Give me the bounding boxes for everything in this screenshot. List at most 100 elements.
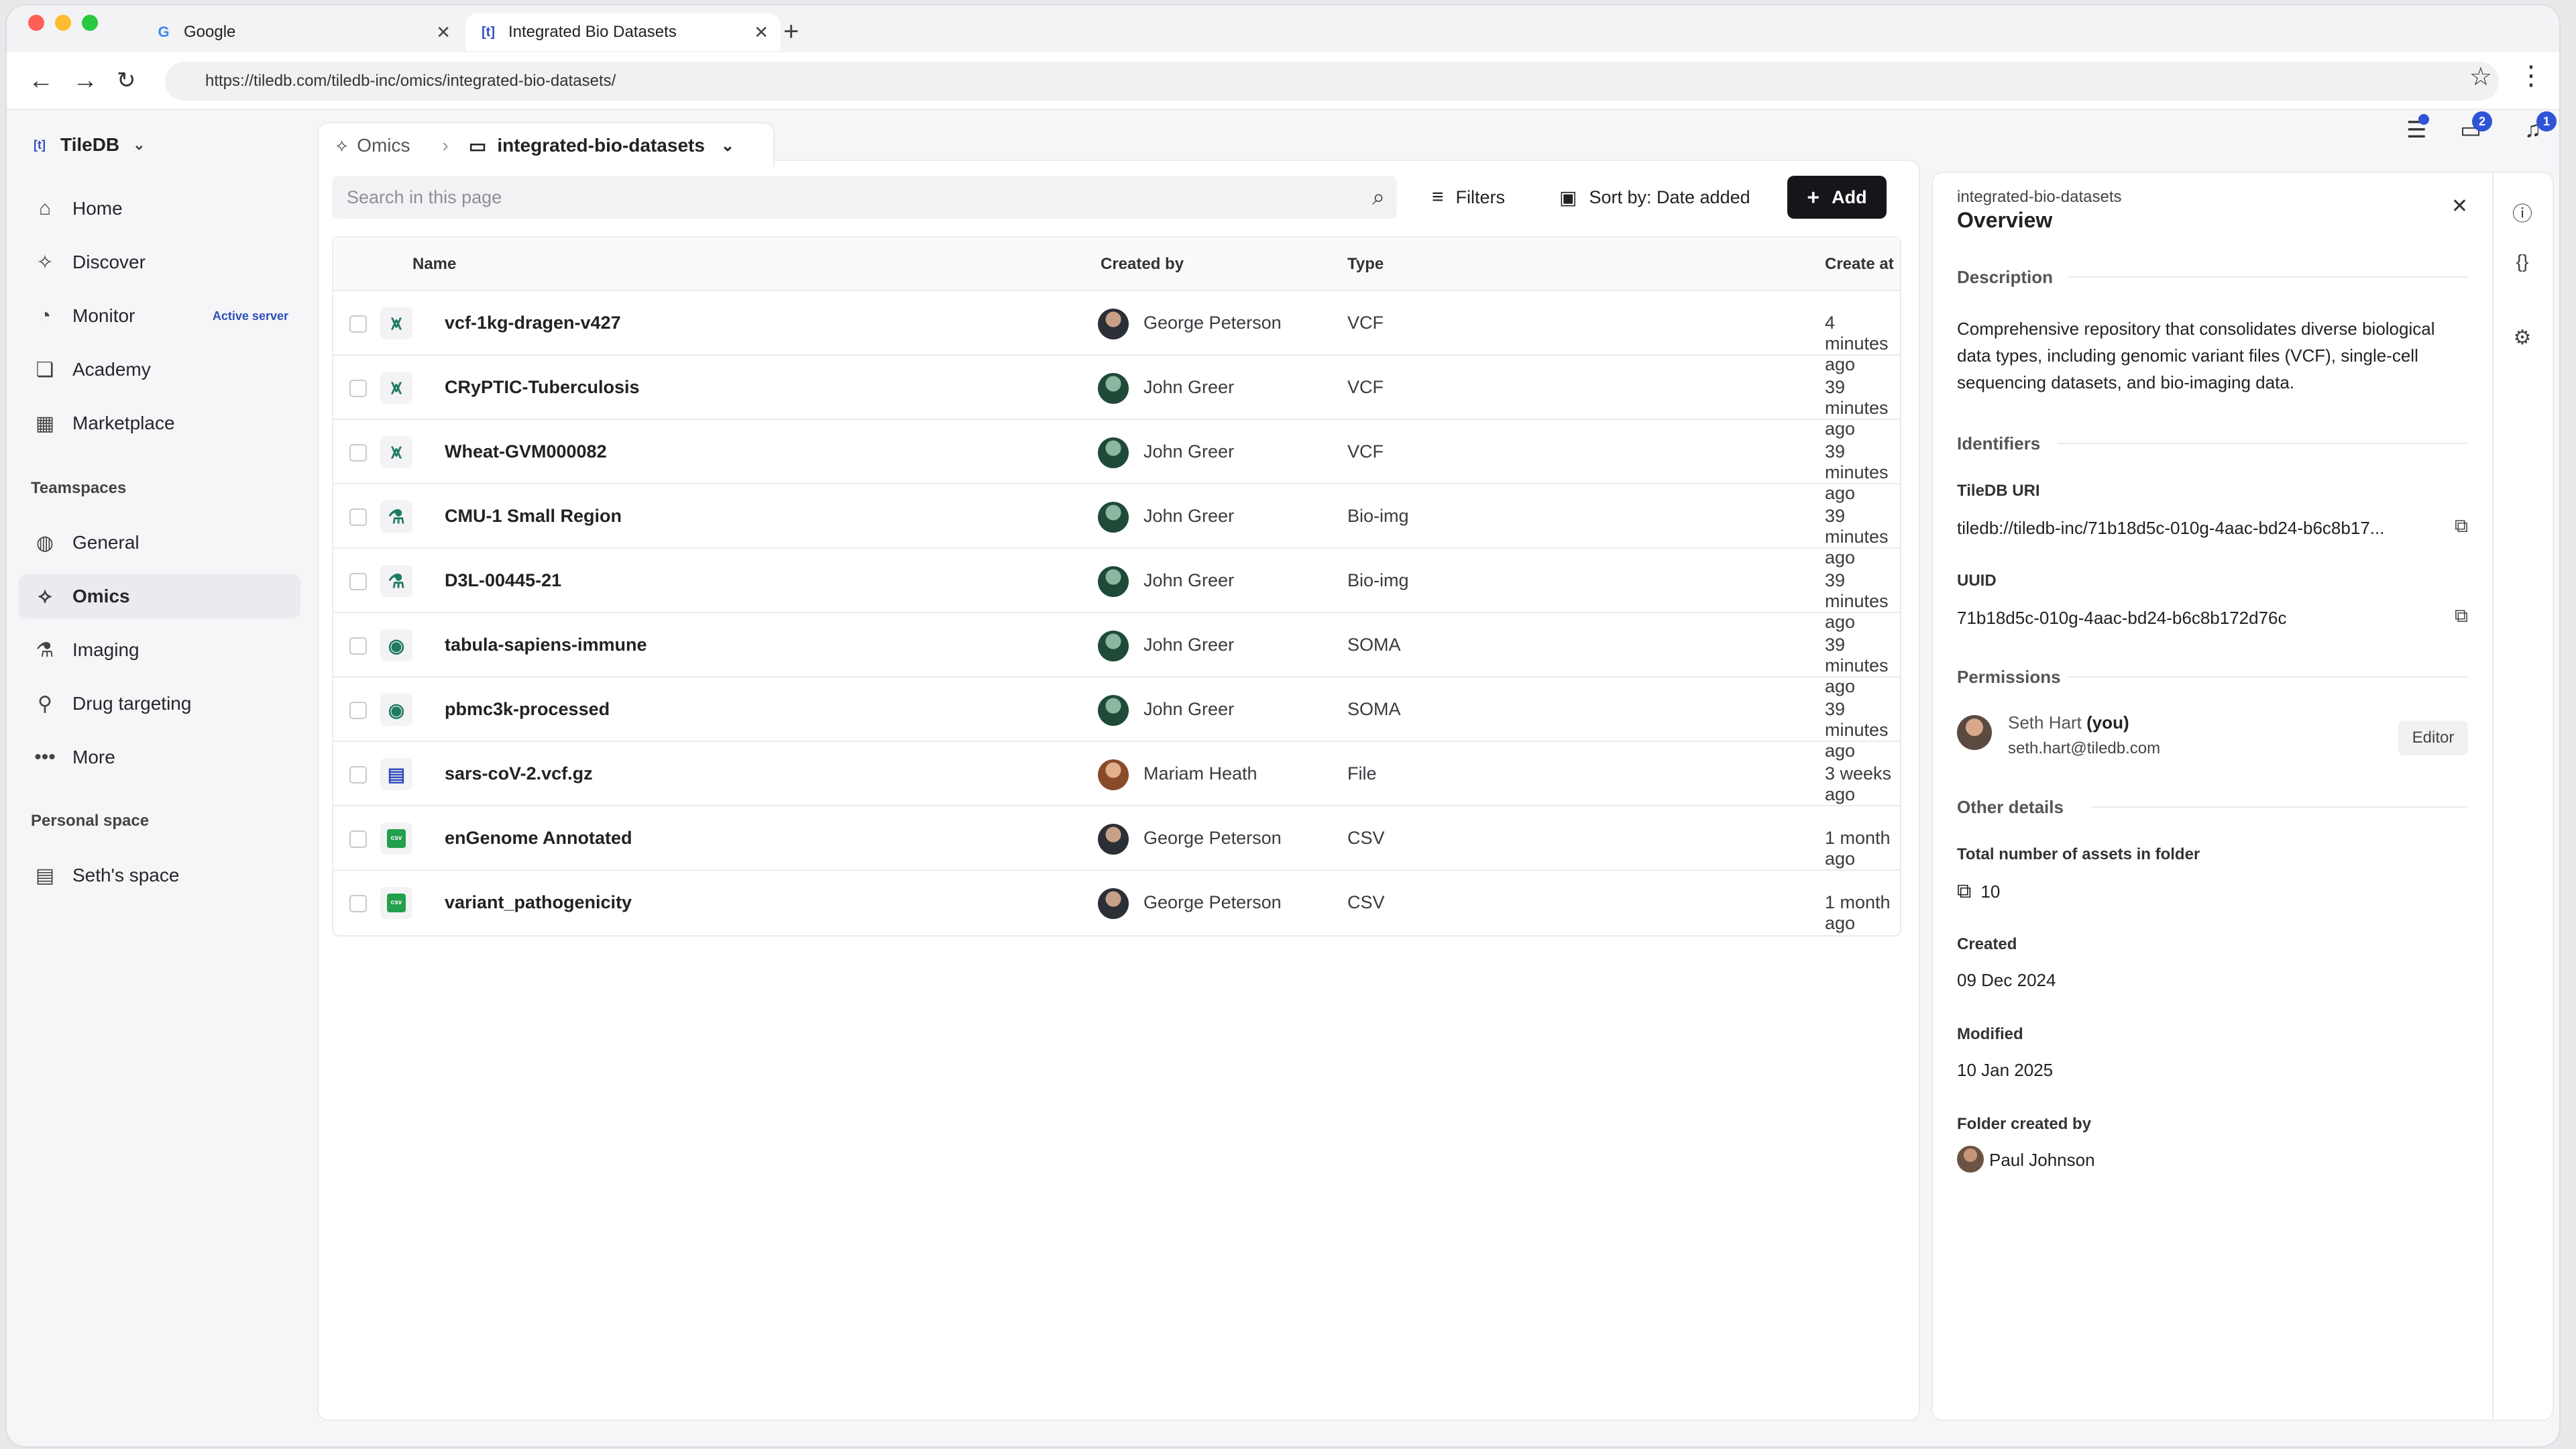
settings-gear-icon[interactable]: ⚙ (2494, 326, 2551, 350)
new-tab-button[interactable]: + (783, 15, 799, 48)
reload-icon[interactable]: ↻ (117, 66, 136, 95)
sidebar-item-seths-space[interactable]: ▤ Seth's space (19, 853, 300, 898)
table-row[interactable]: csv enGenome Annotated George Peterson CSV 1… (333, 806, 1900, 871)
row-checkbox[interactable] (349, 573, 367, 590)
breadcrumb-parent-label: Omics (357, 135, 410, 156)
modified-value: 10 Jan 2025 (1957, 1060, 2054, 1080)
column-header-name[interactable]: Name (412, 255, 456, 274)
identifiers-heading: Identifiers (1957, 433, 2041, 453)
chevron-down-icon[interactable]: ⌄ (721, 136, 734, 156)
asset-name[interactable]: sars-coV-2.vcf.gz (445, 763, 593, 784)
search-icon[interactable]: ⌕ (1372, 176, 1385, 219)
asset-creator: John Greer (1143, 377, 1235, 397)
assets-table: Name Created by Type Create at ⩙ vcf-1kg-… (332, 236, 1901, 936)
table-row[interactable]: ▤ sars-coV-2.vcf.gz Mariam Heath File 3 week… (333, 742, 1900, 806)
asset-name[interactable]: vcf-1kg-dragen-v427 (445, 313, 621, 333)
sidebar-item-imaging[interactable]: ⚗ Imaging (19, 628, 300, 672)
add-button[interactable]: + Add (1787, 176, 1887, 219)
maximize-window-button[interactable] (82, 15, 98, 31)
copy-icon[interactable]: ⧉ (2455, 605, 2468, 627)
calendar-icon: ▣ (1559, 186, 1577, 208)
column-header-create-at[interactable]: Create at (1825, 255, 1894, 274)
row-checkbox[interactable] (349, 766, 367, 784)
filters-button[interactable]: ≡ Filters (1432, 176, 1505, 219)
breadcrumb-current[interactable]: ▭ integrated-bio-datasets ⌄ (469, 135, 734, 157)
sort-button[interactable]: ▣ Sort by: Date added (1559, 176, 1750, 219)
divider (2067, 276, 2468, 278)
folder-icon: ▭ (468, 135, 487, 156)
table-row[interactable]: csv variant_pathogenicity George Peterson C… (333, 871, 1900, 935)
modified-label: Modified (1957, 1025, 2023, 1043)
active-server-badge: Active server (212, 309, 288, 323)
table-row[interactable]: ◉ tabula-sapiens-immune John Greer SOMA 39 m… (333, 613, 1900, 696)
dna-icon: ⟡ (38, 585, 52, 607)
close-icon[interactable]: ✕ (2451, 195, 2468, 218)
row-checkbox[interactable] (349, 444, 367, 462)
browser-menu-icon[interactable]: ⋮ (2518, 60, 2544, 91)
sidebar-item-home[interactable]: ⌂ Home (19, 186, 300, 231)
sidebar-item-marketplace[interactable]: ▦ Marketplace (19, 401, 300, 445)
avatar (1957, 715, 1992, 750)
avatar (1098, 695, 1129, 726)
row-checkbox[interactable] (349, 315, 367, 333)
row-checkbox[interactable] (349, 702, 367, 719)
sidebar-item-general[interactable]: ◍ General (19, 521, 300, 565)
close-window-button[interactable] (28, 15, 44, 31)
forward-icon[interactable]: → (72, 66, 98, 95)
back-icon[interactable]: ← (28, 66, 54, 95)
sidebar-item-discover[interactable]: ✧ Discover (19, 240, 300, 284)
row-checkbox[interactable] (349, 380, 367, 397)
sparkle-icon: ✧ (36, 251, 54, 274)
asset-name[interactable]: variant_pathogenicity (445, 892, 632, 913)
search-input[interactable]: Search in this page ⌕ (332, 176, 1397, 219)
asset-name[interactable]: enGenome Annotated (445, 828, 632, 849)
dna-icon: ⟡ (336, 135, 348, 155)
sidebar-item-drug-targeting[interactable]: ⚲ Drug targeting (19, 682, 300, 726)
row-checkbox[interactable] (349, 508, 367, 526)
breadcrumb-omics[interactable]: ⟡ Omics (336, 135, 410, 156)
asset-name[interactable]: CRyPTIC-Tuberculosis (445, 377, 640, 398)
sidebar-item-label: More (72, 747, 115, 767)
column-header-created-by[interactable]: Created by (1101, 255, 1184, 274)
asset-name[interactable]: D3L-00445-21 (445, 570, 561, 591)
vcf-asset-icon: ⩙ (380, 372, 412, 404)
org-switcher[interactable]: [t] TileDB ⌄ (34, 134, 146, 156)
sidebar-item-monitor[interactable]: ◔ Monitor Active server (19, 294, 300, 338)
table-row[interactable]: ⚗ CMU-1 Small Region John Greer Bio-img 39 m… (333, 484, 1900, 568)
sidebar-item-academy[interactable]: ❏ Academy (19, 347, 300, 392)
column-header-type[interactable]: Type (1347, 255, 1384, 274)
soma-asset-icon: ◉ (380, 629, 412, 661)
asset-creator: John Greer (1143, 699, 1235, 719)
row-checkbox[interactable] (349, 830, 367, 848)
plus-icon: + (1807, 184, 1820, 209)
close-tab-icon[interactable]: ✕ (436, 22, 451, 43)
other-details-heading: Other details (1957, 797, 2064, 817)
url-input[interactable]: https://tiledb.com/tiledb-inc/omics/inte… (165, 62, 2499, 101)
asset-name[interactable]: pbmc3k-processed (445, 699, 610, 720)
table-row[interactable]: ◉ pbmc3k-processed John Greer SOMA 39 minute… (333, 678, 1900, 761)
table-row[interactable]: ⩙ Wheat-GVM000082 John Greer VCF 39 minutes … (333, 420, 1900, 503)
info-icon[interactable]: ⓘ (2494, 197, 2551, 227)
table-row[interactable]: ⩙ vcf-1kg-dragen-v427 George Peterson VCF 4 … (333, 291, 1900, 374)
table-row[interactable]: ⚗ D3L-00445-21 John Greer Bio-img 39 minutes… (333, 549, 1900, 632)
row-checkbox[interactable] (349, 637, 367, 655)
add-label: Add (1832, 186, 1867, 207)
table-row[interactable]: ⩙ CRyPTIC-Tuberculosis John Greer VCF 39 min… (333, 356, 1900, 439)
asset-name[interactable]: CMU-1 Small Region (445, 506, 622, 527)
divider (2091, 806, 2468, 808)
role-dropdown[interactable]: Editor (2398, 720, 2468, 755)
sidebar-item-more[interactable]: ••• More (19, 735, 300, 780)
minimize-window-button[interactable] (55, 15, 71, 31)
sidebar-item-omics[interactable]: ⟡ Omics (19, 574, 300, 619)
json-braces-icon[interactable]: {} (2494, 251, 2551, 272)
copy-icon[interactable]: ⧉ (2455, 515, 2468, 537)
asset-name[interactable]: tabula-sapiens-immune (445, 635, 647, 655)
bookmark-star-icon[interactable]: ☆ (2469, 62, 2492, 92)
asset-name[interactable]: Wheat-GVM000082 (445, 441, 607, 462)
browser-tab-google[interactable]: G Google ✕ (141, 13, 463, 51)
divider (2067, 676, 2468, 678)
row-checkbox[interactable] (349, 895, 367, 912)
browser-tab-integrated-bio[interactable]: [t] Integrated Bio Datasets ✕ (465, 13, 781, 51)
user-email: seth.hart@tiledb.com (2008, 739, 2161, 757)
close-tab-icon[interactable]: ✕ (754, 22, 769, 43)
